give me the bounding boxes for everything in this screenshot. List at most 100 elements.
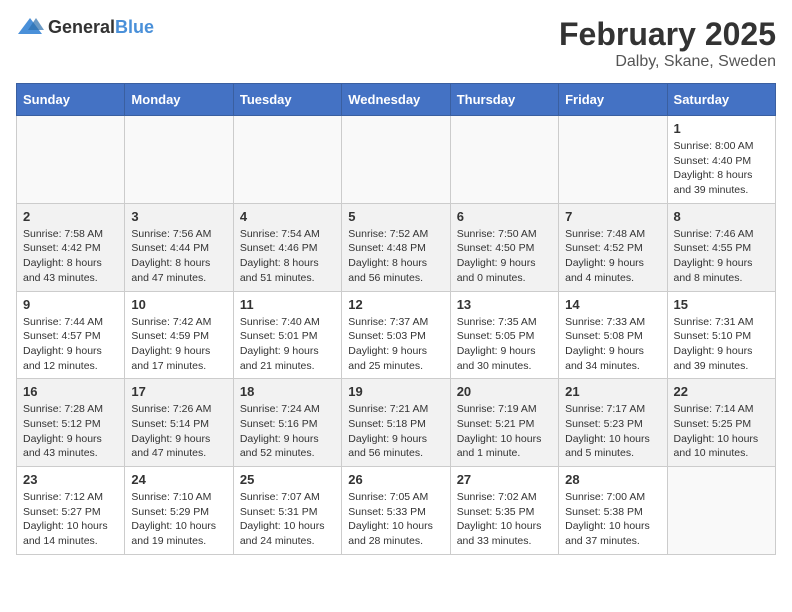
calendar-cell: 20 Sunrise: 7:19 AM Sunset: 5:21 PM Dayli… (450, 379, 558, 467)
day-number: 8 (674, 209, 769, 224)
calendar-cell: 12 Sunrise: 7:37 AM Sunset: 5:03 PM Dayli… (342, 291, 450, 379)
calendar-cell: 22 Sunrise: 7:14 AM Sunset: 5:25 PM Dayli… (667, 379, 775, 467)
weekday-header-monday: Monday (125, 84, 233, 116)
logo-blue-text: Blue (115, 17, 154, 37)
calendar-cell: 2 Sunrise: 7:58 AM Sunset: 4:42 PM Daylig… (17, 203, 125, 291)
day-number: 13 (457, 297, 552, 312)
day-info: Sunrise: 7:33 AM Sunset: 5:08 PM Dayligh… (565, 315, 660, 374)
title-area: February 2025 Dalby, Skane, Sweden (559, 16, 776, 71)
calendar-cell: 14 Sunrise: 7:33 AM Sunset: 5:08 PM Dayli… (559, 291, 667, 379)
calendar-week-row: 1 Sunrise: 8:00 AM Sunset: 4:40 PM Daylig… (17, 116, 776, 204)
day-number: 17 (131, 384, 226, 399)
day-number: 23 (23, 472, 118, 487)
day-number: 1 (674, 121, 769, 136)
day-info: Sunrise: 7:19 AM Sunset: 5:21 PM Dayligh… (457, 402, 552, 461)
calendar-week-row: 16 Sunrise: 7:28 AM Sunset: 5:12 PM Dayli… (17, 379, 776, 467)
calendar-cell: 28Sunrise: 7:00 AM Sunset: 5:38 PM Dayli… (559, 467, 667, 555)
calendar-cell: 27 Sunrise: 7:02 AM Sunset: 5:35 PM Dayli… (450, 467, 558, 555)
day-info: Sunrise: 7:28 AM Sunset: 5:12 PM Dayligh… (23, 402, 118, 461)
day-number: 14 (565, 297, 660, 312)
day-info: Sunrise: 7:31 AM Sunset: 5:10 PM Dayligh… (674, 315, 769, 374)
weekday-header-saturday: Saturday (667, 84, 775, 116)
day-number: 12 (348, 297, 443, 312)
day-number: 26 (348, 472, 443, 487)
day-info: Sunrise: 7:35 AM Sunset: 5:05 PM Dayligh… (457, 315, 552, 374)
day-number: 16 (23, 384, 118, 399)
calendar-cell: 11 Sunrise: 7:40 AM Sunset: 5:01 PM Dayli… (233, 291, 341, 379)
calendar-cell (667, 467, 775, 555)
day-number: 25 (240, 472, 335, 487)
day-info: Sunrise: 7:58 AM Sunset: 4:42 PM Dayligh… (23, 227, 118, 286)
weekday-header-wednesday: Wednesday (342, 84, 450, 116)
day-number: 2 (23, 209, 118, 224)
day-info: Sunrise: 7:48 AM Sunset: 4:52 PM Dayligh… (565, 227, 660, 286)
day-number: 11 (240, 297, 335, 312)
day-info: Sunrise: 7:10 AM Sunset: 5:29 PM Dayligh… (131, 490, 226, 549)
logo-general-text: General (48, 17, 115, 37)
calendar-cell: 13 Sunrise: 7:35 AM Sunset: 5:05 PM Dayli… (450, 291, 558, 379)
calendar-cell (450, 116, 558, 204)
weekday-header-tuesday: Tuesday (233, 84, 341, 116)
day-info: Sunrise: 7:00 AM Sunset: 5:38 PM Dayligh… (565, 490, 660, 549)
day-number: 27 (457, 472, 552, 487)
calendar-cell (342, 116, 450, 204)
day-info: Sunrise: 7:21 AM Sunset: 5:18 PM Dayligh… (348, 402, 443, 461)
weekday-header-row: SundayMondayTuesdayWednesdayThursdayFrid… (17, 84, 776, 116)
day-info: Sunrise: 7:17 AM Sunset: 5:23 PM Dayligh… (565, 402, 660, 461)
day-info: Sunrise: 7:14 AM Sunset: 5:25 PM Dayligh… (674, 402, 769, 461)
calendar-cell: 9 Sunrise: 7:44 AM Sunset: 4:57 PM Daylig… (17, 291, 125, 379)
logo-icon (16, 16, 44, 38)
day-number: 5 (348, 209, 443, 224)
calendar-cell: 24 Sunrise: 7:10 AM Sunset: 5:29 PM Dayli… (125, 467, 233, 555)
day-number: 7 (565, 209, 660, 224)
calendar-cell (559, 116, 667, 204)
calendar-cell: 8 Sunrise: 7:46 AM Sunset: 4:55 PM Daylig… (667, 203, 775, 291)
day-number: 3 (131, 209, 226, 224)
day-info: Sunrise: 7:44 AM Sunset: 4:57 PM Dayligh… (23, 315, 118, 374)
day-number: 20 (457, 384, 552, 399)
calendar-cell: 3 Sunrise: 7:56 AM Sunset: 4:44 PM Daylig… (125, 203, 233, 291)
day-info: Sunrise: 7:12 AM Sunset: 5:27 PM Dayligh… (23, 490, 118, 549)
day-info: Sunrise: 8:00 AM Sunset: 4:40 PM Dayligh… (674, 139, 769, 198)
calendar-week-row: 2 Sunrise: 7:58 AM Sunset: 4:42 PM Daylig… (17, 203, 776, 291)
calendar-cell: 18 Sunrise: 7:24 AM Sunset: 5:16 PM Dayli… (233, 379, 341, 467)
day-info: Sunrise: 7:54 AM Sunset: 4:46 PM Dayligh… (240, 227, 335, 286)
day-number: 15 (674, 297, 769, 312)
calendar-cell: 10Sunrise: 7:42 AM Sunset: 4:59 PM Dayli… (125, 291, 233, 379)
day-number: 21 (565, 384, 660, 399)
day-info: Sunrise: 7:40 AM Sunset: 5:01 PM Dayligh… (240, 315, 335, 374)
day-number: 9 (23, 297, 118, 312)
calendar-cell: 5 Sunrise: 7:52 AM Sunset: 4:48 PM Daylig… (342, 203, 450, 291)
day-info: Sunrise: 7:50 AM Sunset: 4:50 PM Dayligh… (457, 227, 552, 286)
calendar-cell: 21 Sunrise: 7:17 AM Sunset: 5:23 PM Dayli… (559, 379, 667, 467)
day-number: 18 (240, 384, 335, 399)
day-number: 6 (457, 209, 552, 224)
calendar-cell: 25 Sunrise: 7:07 AM Sunset: 5:31 PM Dayli… (233, 467, 341, 555)
calendar-cell: 16 Sunrise: 7:28 AM Sunset: 5:12 PM Dayli… (17, 379, 125, 467)
logo: GeneralBlue (16, 16, 154, 38)
day-number: 10 (131, 297, 226, 312)
calendar-cell: 26 Sunrise: 7:05 AM Sunset: 5:33 PM Dayli… (342, 467, 450, 555)
calendar-cell: 6 Sunrise: 7:50 AM Sunset: 4:50 PM Daylig… (450, 203, 558, 291)
calendar-cell: 17Sunrise: 7:26 AM Sunset: 5:14 PM Dayli… (125, 379, 233, 467)
month-title: February 2025 (559, 16, 776, 53)
day-number: 22 (674, 384, 769, 399)
day-info: Sunrise: 7:56 AM Sunset: 4:44 PM Dayligh… (131, 227, 226, 286)
calendar-table: SundayMondayTuesdayWednesdayThursdayFrid… (16, 83, 776, 555)
day-info: Sunrise: 7:52 AM Sunset: 4:48 PM Dayligh… (348, 227, 443, 286)
day-number: 4 (240, 209, 335, 224)
day-info: Sunrise: 7:05 AM Sunset: 5:33 PM Dayligh… (348, 490, 443, 549)
location-title: Dalby, Skane, Sweden (559, 53, 776, 71)
calendar-cell (125, 116, 233, 204)
day-info: Sunrise: 7:07 AM Sunset: 5:31 PM Dayligh… (240, 490, 335, 549)
weekday-header-thursday: Thursday (450, 84, 558, 116)
day-number: 24 (131, 472, 226, 487)
day-info: Sunrise: 7:24 AM Sunset: 5:16 PM Dayligh… (240, 402, 335, 461)
weekday-header-sunday: Sunday (17, 84, 125, 116)
calendar-cell: 1 Sunrise: 8:00 AM Sunset: 4:40 PM Daylig… (667, 116, 775, 204)
day-info: Sunrise: 7:02 AM Sunset: 5:35 PM Dayligh… (457, 490, 552, 549)
calendar-cell: 19Sunrise: 7:21 AM Sunset: 5:18 PM Dayli… (342, 379, 450, 467)
calendar-cell: 23 Sunrise: 7:12 AM Sunset: 5:27 PM Dayli… (17, 467, 125, 555)
day-info: Sunrise: 7:37 AM Sunset: 5:03 PM Dayligh… (348, 315, 443, 374)
day-info: Sunrise: 7:46 AM Sunset: 4:55 PM Dayligh… (674, 227, 769, 286)
